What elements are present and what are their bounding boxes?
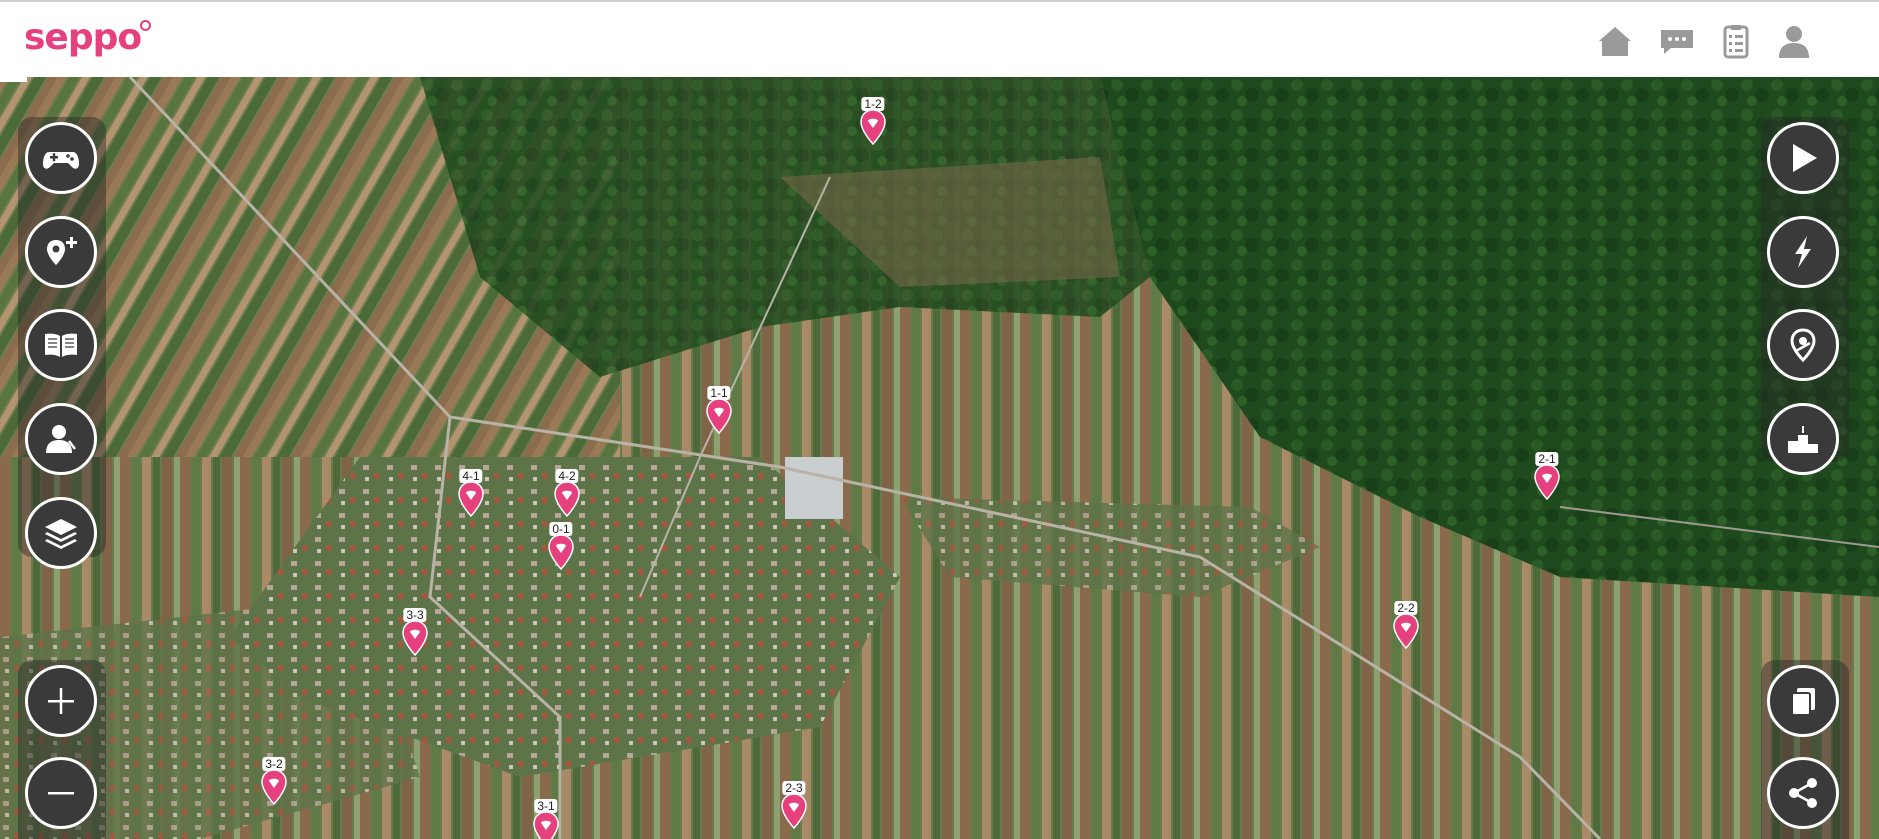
pin-marker-icon [706,398,732,434]
game-mode-button[interactable] [25,122,97,194]
home-icon [1599,27,1631,56]
logo-text: seppo [24,17,142,58]
task-pin[interactable]: 3-3 [395,608,435,660]
task-pin[interactable]: 1-2 [853,97,893,149]
play-icon [1793,144,1817,172]
gamepad-icon [43,152,79,169]
home-button[interactable] [1595,22,1635,60]
zoom-in-button[interactable] [25,665,97,737]
layers-icon [45,519,77,549]
pin-marker-icon [402,620,428,656]
open-book-icon [45,333,77,357]
logo-dot [140,20,152,31]
add-location-icon [47,237,77,265]
task-pin[interactable]: 4-2 [547,469,587,521]
profile-button[interactable] [1774,22,1814,60]
share-button[interactable] [1767,757,1839,829]
podium-icon [1788,426,1818,453]
play-button[interactable] [1767,122,1839,194]
pin-marker-icon [261,769,287,805]
clipboard-list-icon [1723,25,1749,59]
location-route-icon [1790,328,1816,363]
zoom-out-button[interactable] [25,757,97,829]
pin-marker-icon [1534,464,1560,500]
plus-icon [48,688,74,714]
guide-book-button[interactable] [25,309,97,381]
minus-icon [48,792,74,795]
chat-button[interactable] [1657,22,1697,60]
pin-marker-icon [548,534,574,570]
header-bar: seppo [0,2,1879,77]
pin-marker-icon [781,793,807,829]
satellite-imagery [0,77,1879,839]
pin-marker-icon [1393,613,1419,649]
tasks-button[interactable] [1716,22,1756,60]
task-pin[interactable]: 3-1 [526,799,566,839]
map-layers-button[interactable] [25,497,97,569]
task-pin[interactable]: 3-2 [254,757,294,809]
header-tab [0,77,27,82]
pin-marker-icon [554,481,580,517]
players-button[interactable] [25,403,97,475]
task-pin[interactable]: 2-1 [1527,452,1567,504]
leaderboard-button[interactable] [1767,403,1839,475]
task-pin[interactable]: 1-1 [699,386,739,438]
share-icon [1789,778,1817,808]
task-pin[interactable]: 4-1 [451,469,491,521]
cards-icon [1791,688,1815,716]
seppo-logo[interactable]: seppo [24,17,152,58]
satellite-map[interactable]: 1-2 1-1 4-1 4-2 0-1 3-3 2-1 2-2 3-2 3-1 … [0,77,1879,839]
route-button[interactable] [1767,309,1839,381]
lightning-icon [1795,236,1811,268]
task-pin[interactable]: 0-1 [541,522,581,574]
add-location-button[interactable] [25,216,97,288]
task-pin[interactable]: 2-2 [1386,601,1426,653]
task-pin[interactable]: 2-3 [774,781,814,833]
chat-icon [1661,30,1693,54]
pin-marker-icon [533,811,559,839]
user-icon [1779,26,1809,58]
pin-marker-icon [860,109,886,145]
quick-action-button[interactable] [1767,216,1839,288]
cards-button[interactable] [1767,665,1839,737]
person-icon [46,425,76,453]
pin-marker-icon [458,481,484,517]
